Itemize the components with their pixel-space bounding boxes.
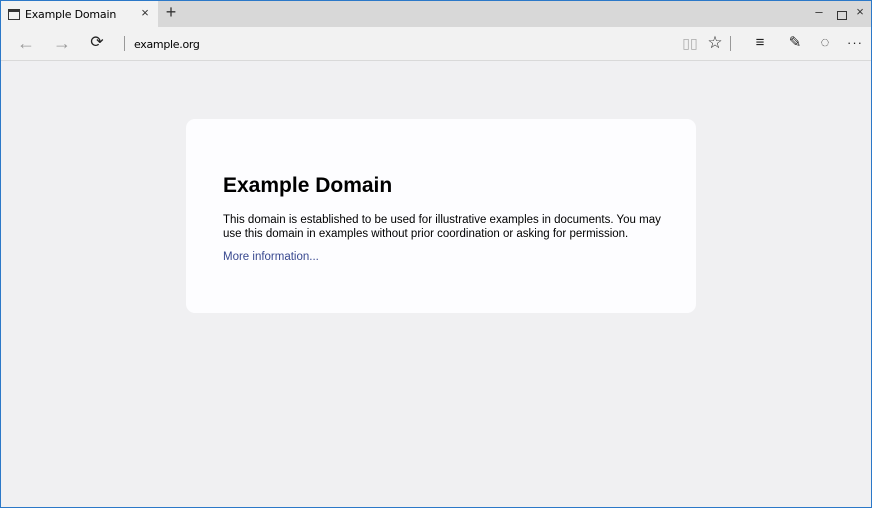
share-icon[interactable]: ◌ <box>814 33 836 53</box>
more-information-link[interactable]: More information... <box>223 251 319 263</box>
page-content: Example Domain This domain is establishe… <box>1 61 871 507</box>
page-paragraph: This domain is established to be used fo… <box>223 214 661 240</box>
forward-arrow-icon[interactable]: → <box>51 32 73 54</box>
hub-icon[interactable]: ≡ <box>749 33 771 53</box>
star-icon[interactable]: ☆ <box>704 33 726 53</box>
page-icon <box>8 9 20 20</box>
browser-window: Example Domain × + – × ← → ⟳ example.org… <box>0 0 872 508</box>
minimize-button[interactable]: – <box>808 4 830 19</box>
maximize-button[interactable] <box>837 11 847 20</box>
tab-close-button[interactable]: × <box>138 5 152 20</box>
page-title: Example Domain <box>223 174 393 197</box>
refresh-icon[interactable]: ⟳ <box>86 32 108 54</box>
web-note-icon[interactable]: ✎ <box>784 33 806 53</box>
content-card: Example Domain This domain is establishe… <box>186 119 696 313</box>
toolbar-divider <box>730 36 731 51</box>
navigation-bar: ← → ⟳ example.org ▯▯ ☆ ≡ ✎ ◌ ··· <box>1 27 871 61</box>
close-window-button[interactable]: × <box>849 4 871 19</box>
tab-example-domain[interactable]: Example Domain × <box>1 1 158 27</box>
tab-strip: Example Domain × + – × <box>1 1 871 27</box>
reading-view-icon[interactable]: ▯▯ <box>679 33 701 53</box>
tab-title: Example Domain <box>25 8 117 21</box>
address-divider <box>124 36 125 51</box>
back-arrow-icon[interactable]: ← <box>15 32 37 54</box>
address-bar[interactable]: example.org <box>134 38 200 51</box>
new-tab-button[interactable]: + <box>163 2 179 23</box>
more-icon[interactable]: ··· <box>844 33 866 53</box>
